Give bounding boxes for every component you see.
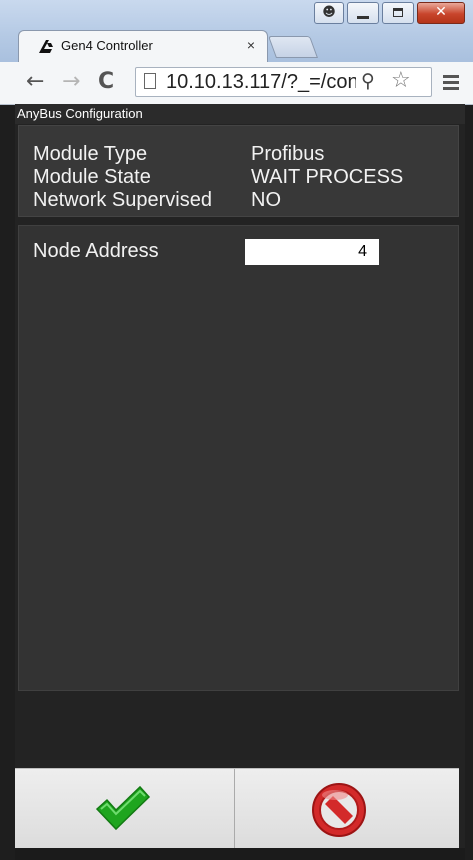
menu-icon[interactable] (443, 75, 459, 93)
app-logo-icon (39, 40, 53, 53)
reload-icon[interactable]: C (98, 69, 114, 94)
info-row-module-state: Module State WAIT PROCESS (33, 166, 453, 190)
config-panel: Node Address (18, 225, 459, 691)
info-label: Module Type (33, 143, 148, 165)
close-button[interactable]: ✕ (417, 2, 465, 24)
info-value: NO (251, 189, 281, 211)
zoom-icon[interactable]: ⚲ (361, 70, 375, 92)
section-title: AnyBus Configuration (17, 106, 143, 121)
info-value: WAIT PROCESS (251, 166, 404, 188)
info-label: Module State (33, 166, 151, 188)
minimize-button[interactable] (347, 2, 379, 24)
tab-title: Gen4 Controller (61, 38, 153, 53)
checkmark-icon (95, 785, 151, 831)
user-icon[interactable]: ☻ (314, 2, 344, 24)
back-arrow-icon[interactable]: ← (26, 69, 44, 94)
action-bar (15, 768, 459, 849)
tab-close-icon[interactable]: × (247, 37, 255, 53)
status-panel: Module Type Profibus Module State WAIT P… (18, 125, 459, 217)
info-value: Profibus (251, 143, 325, 165)
cancel-icon (312, 783, 366, 837)
browser-toolbar: ← → C 10.10.13.117/?_=/contr ⚲ ☆ (0, 62, 473, 105)
address-bar[interactable]: 10.10.13.117/?_=/contr ⚲ ☆ (135, 67, 432, 97)
maximize-icon (393, 8, 403, 17)
browser-tab[interactable]: Gen4 Controller × (18, 30, 268, 62)
url-text[interactable]: 10.10.13.117/?_=/contr (166, 71, 356, 94)
ok-button[interactable] (15, 769, 235, 849)
page-icon (144, 73, 156, 89)
cancel-button[interactable] (235, 769, 459, 849)
section-header: AnyBus Configuration (15, 104, 465, 124)
minimize-icon (357, 16, 369, 19)
info-label: Network Supervised (33, 189, 212, 211)
info-row-module-type: Module Type Profibus (33, 143, 453, 167)
bottom-strip (15, 848, 465, 860)
node-address-label: Node Address (33, 240, 159, 262)
new-tab-button[interactable] (267, 36, 319, 58)
info-row-network-supervised: Network Supervised NO (33, 189, 453, 213)
forward-arrow-icon[interactable]: → (62, 69, 80, 94)
app-page: AnyBus Configuration Module Type Profibu… (15, 104, 465, 860)
bookmark-star-icon[interactable]: ☆ (391, 68, 411, 93)
maximize-button[interactable] (382, 2, 414, 24)
node-address-input[interactable] (245, 239, 379, 265)
close-icon: ✕ (435, 4, 447, 20)
window-controls: ☻ ✕ (311, 2, 465, 24)
